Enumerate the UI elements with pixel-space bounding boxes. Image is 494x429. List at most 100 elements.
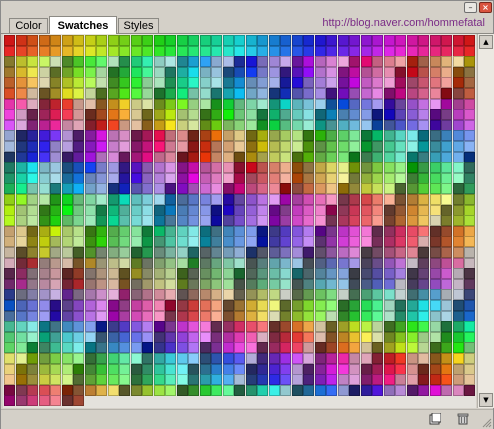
swatch[interactable] [303,300,314,311]
swatch[interactable] [234,384,245,396]
swatch[interactable] [326,310,337,322]
swatch[interactable] [142,247,153,258]
swatch[interactable] [303,109,314,121]
swatch[interactable] [372,310,383,322]
swatch[interactable] [130,45,142,57]
swatch[interactable] [4,331,15,343]
swatch[interactable] [452,194,464,205]
swatch[interactable] [142,141,153,152]
swatch[interactable] [314,204,326,216]
swatch[interactable] [27,35,38,46]
swatch[interactable] [4,204,15,216]
swatch[interactable] [360,77,372,89]
swatch[interactable] [372,56,383,68]
swatch[interactable] [372,342,383,354]
swatch[interactable] [314,194,326,205]
swatch[interactable] [38,278,50,290]
swatch[interactable] [452,363,464,375]
swatch[interactable] [211,236,222,248]
swatch[interactable] [349,236,360,248]
swatch[interactable] [119,331,130,343]
swatch[interactable] [4,395,15,407]
swatch[interactable] [142,204,153,216]
swatch[interactable] [303,225,314,237]
swatch[interactable] [199,384,211,396]
swatch[interactable] [38,119,50,131]
swatch[interactable] [257,268,268,280]
swatch[interactable] [153,109,165,121]
swatch[interactable] [61,342,73,354]
swatch[interactable] [291,363,303,375]
swatch[interactable] [268,66,280,78]
swatch[interactable] [326,236,337,248]
swatch[interactable] [165,66,176,78]
swatch[interactable] [15,56,27,68]
swatch[interactable] [245,310,257,322]
swatch[interactable] [211,183,222,195]
swatch[interactable] [4,225,15,237]
swatch[interactable] [153,45,165,57]
swatch[interactable] [257,374,268,386]
swatch[interactable] [268,353,280,364]
new-swatch-icon[interactable] [429,413,441,425]
swatch[interactable] [27,310,38,322]
swatch[interactable] [176,247,188,258]
swatch[interactable] [326,162,337,174]
swatch[interactable] [372,363,383,375]
swatch[interactable] [360,88,372,99]
swatch[interactable] [280,204,291,216]
swatch[interactable] [314,119,326,131]
tab-styles[interactable]: Styles [118,18,159,33]
swatch[interactable] [314,215,326,227]
swatch[interactable] [452,300,464,311]
swatch[interactable] [130,172,142,184]
swatch[interactable] [73,384,84,396]
swatch[interactable] [142,194,153,205]
swatch[interactable] [222,289,234,301]
swatch[interactable] [130,88,142,99]
swatch[interactable] [199,109,211,121]
swatch[interactable] [257,130,268,142]
swatch[interactable] [291,236,303,248]
swatch[interactable] [441,257,452,269]
swatch[interactable] [176,342,188,354]
swatch[interactable] [429,66,441,78]
swatch[interactable] [107,384,119,396]
swatch[interactable] [165,278,176,290]
swatch[interactable] [153,310,165,322]
swatch[interactable] [27,204,38,216]
swatch[interactable] [199,77,211,89]
swatch[interactable] [360,109,372,121]
swatch[interactable] [73,119,84,131]
swatch[interactable] [96,98,107,110]
swatch[interactable] [107,66,119,78]
swatch[interactable] [452,109,464,121]
swatch[interactable] [50,45,61,57]
swatch[interactable] [326,257,337,269]
swatch[interactable] [27,88,38,99]
swatch[interactable] [418,247,429,258]
swatch[interactable] [222,66,234,78]
swatch[interactable] [429,35,441,46]
swatch[interactable] [96,45,107,57]
swatch[interactable] [176,268,188,280]
swatch[interactable] [280,215,291,227]
swatch[interactable] [383,162,395,174]
swatch[interactable] [452,384,464,396]
swatch[interactable] [464,310,475,322]
swatch[interactable] [73,35,84,46]
swatch[interactable] [441,310,452,322]
swatch[interactable] [96,342,107,354]
swatch[interactable] [452,342,464,354]
swatch[interactable] [15,35,27,46]
swatch[interactable] [406,194,418,205]
swatch[interactable] [199,215,211,227]
swatch[interactable] [429,162,441,174]
swatch[interactable] [73,151,84,163]
swatch[interactable] [176,77,188,89]
swatch[interactable] [291,35,303,46]
swatch[interactable] [119,268,130,280]
swatch[interactable] [211,268,222,280]
swatch[interactable] [452,98,464,110]
swatch[interactable] [211,247,222,258]
